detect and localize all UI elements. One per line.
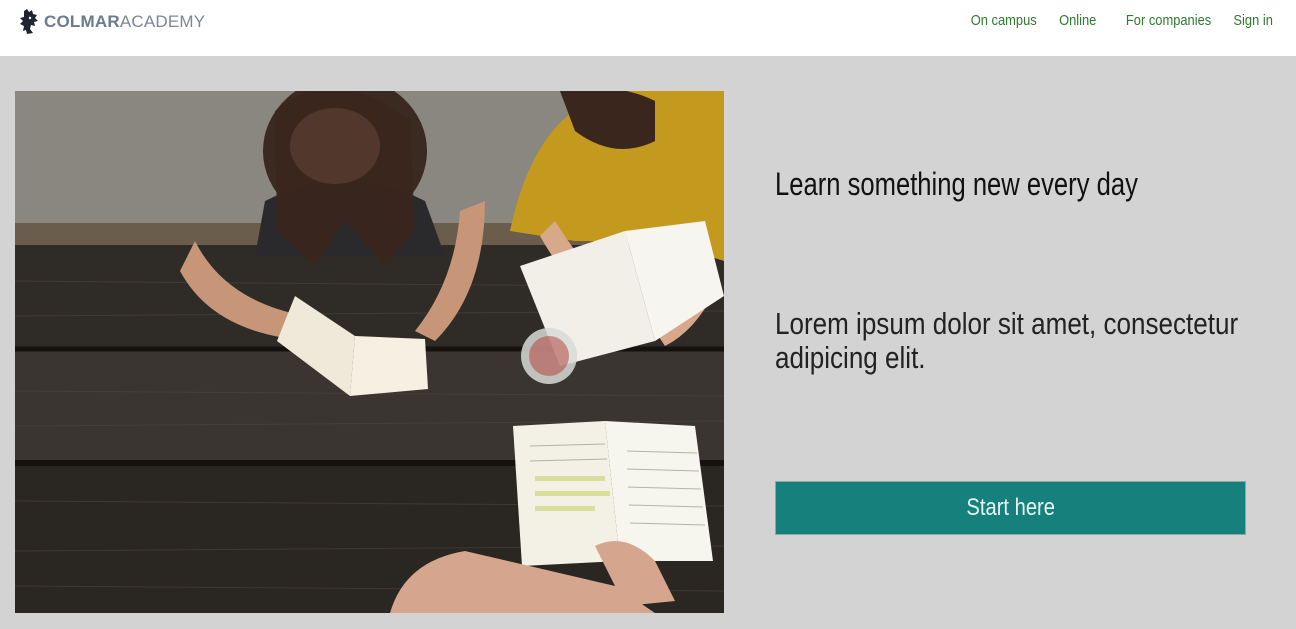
hero-lead-text: Lorem ipsum dolor sit amet, consectetur … [775, 306, 1239, 375]
brand-logo[interactable]: COLMARACADEMY [18, 8, 205, 36]
start-here-button[interactable]: Start here [775, 481, 1246, 535]
lion-crest-icon [20, 9, 38, 34]
main-nav: On campus Online For companies Sign in [960, 12, 1273, 29]
site-header: COLMARACADEMY On campus Online For compa… [0, 0, 1296, 56]
nav-link-on-campus[interactable]: On campus [971, 12, 1037, 29]
brand-name-light: ACADEMY [119, 12, 206, 31]
nav-link-for-companies[interactable]: For companies [1126, 12, 1211, 29]
nav-link-sign-in[interactable]: Sign in [1234, 12, 1273, 29]
hero-image [15, 91, 724, 613]
brand-wordmark: COLMARACADEMY [44, 12, 205, 32]
hero-headline: Learn something new every day [775, 166, 1138, 202]
brand-name-bold: COLMAR [44, 12, 120, 31]
nav-link-online[interactable]: Online [1059, 12, 1096, 29]
start-here-label: Start here [966, 494, 1055, 521]
